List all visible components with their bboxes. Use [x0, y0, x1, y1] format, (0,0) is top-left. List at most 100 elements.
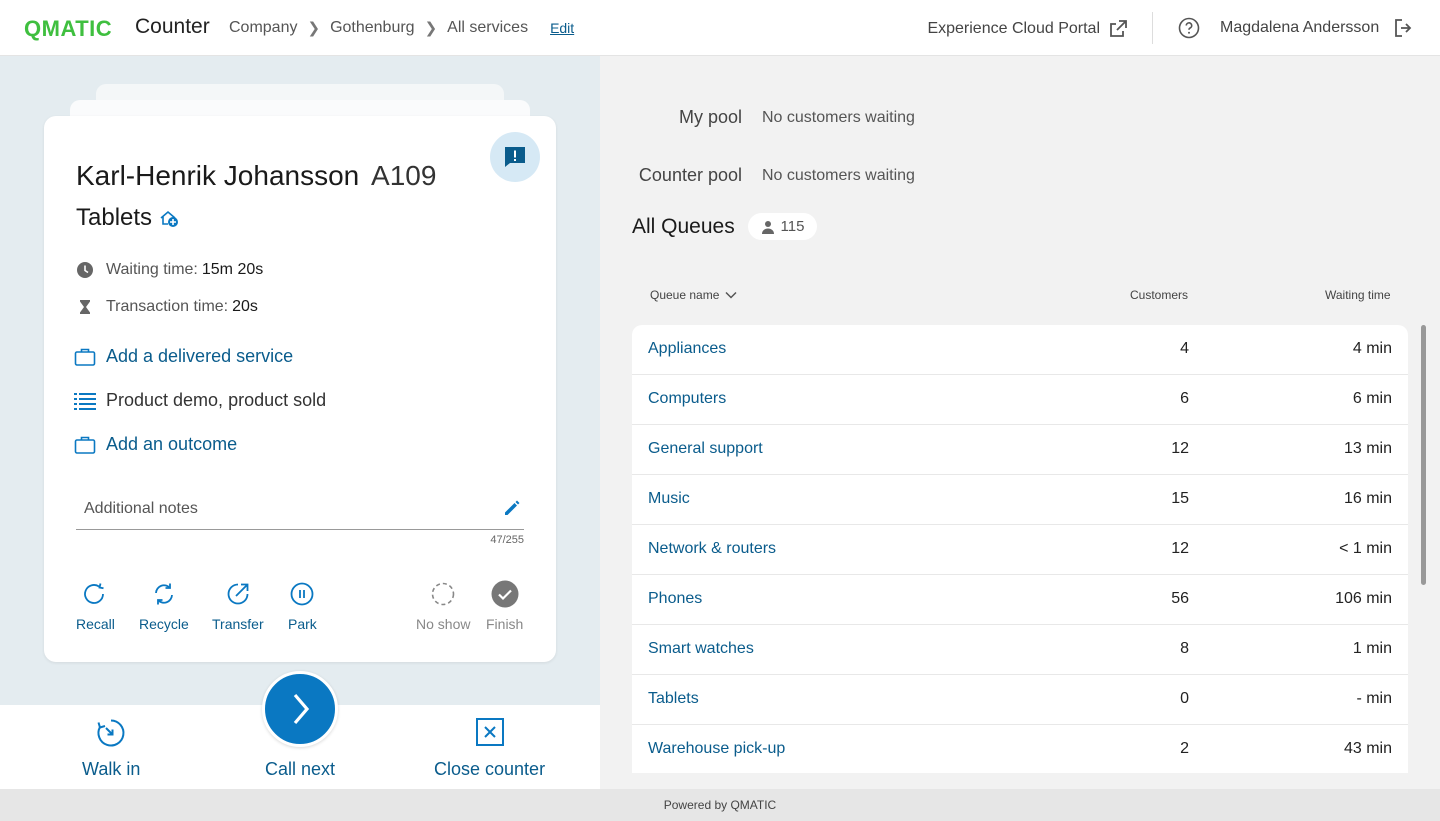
recall-button[interactable]: Recall	[76, 578, 115, 632]
queue-customers: 15	[1171, 490, 1189, 507]
notes-char-counter: 47/255	[490, 534, 524, 546]
transfer-button[interactable]: Transfer	[212, 578, 264, 632]
add-outcome-button[interactable]: Add an outcome	[74, 434, 237, 455]
external-link-icon	[1110, 20, 1127, 37]
breadcrumb-company[interactable]: Company	[229, 19, 297, 37]
pause-circle-icon	[290, 582, 314, 606]
delivered-services-item[interactable]: Product demo, product sold	[74, 390, 326, 411]
queue-customers: 12	[1171, 440, 1189, 457]
my-pool-value: No customers waiting	[762, 109, 915, 126]
recycle-button[interactable]: Recycle	[139, 578, 189, 632]
all-queues-title: All Queues	[632, 215, 735, 238]
counter-pool-label: Counter pool	[638, 165, 742, 185]
queue-customers: 6	[1180, 390, 1189, 407]
park-label: Park	[288, 616, 317, 632]
header-divider	[1152, 12, 1153, 44]
call-next-button[interactable]	[262, 671, 338, 747]
col-waiting-time[interactable]: Waiting time	[1325, 288, 1391, 302]
table-row[interactable]: Warehouse pick-up 2 43 min	[632, 725, 1408, 773]
table-row[interactable]: Appliances 4 4 min	[632, 325, 1408, 375]
add-outcome-label: Add an outcome	[106, 434, 238, 454]
chevron-right-icon: ❯	[307, 20, 321, 37]
queue-name[interactable]: Smart watches	[648, 640, 754, 658]
transaction-time-label: Transaction time:	[106, 298, 229, 315]
queue-name[interactable]: Warehouse pick-up	[648, 740, 785, 758]
check-circle-icon	[491, 580, 519, 608]
logout-icon[interactable]	[1394, 18, 1414, 43]
alert-message-icon	[505, 147, 525, 167]
queue-name[interactable]: Tablets	[648, 690, 699, 708]
table-row[interactable]: Tablets 0 - min	[632, 675, 1408, 725]
additional-notes-input[interactable]: Additional notes	[76, 492, 524, 530]
customer-card: Karl-Henrik Johansson A109 Tablets Waiti…	[44, 116, 556, 662]
pencil-icon[interactable]	[502, 498, 522, 518]
queues-table: Appliances 4 4 min Computers 6 6 min General…	[632, 325, 1408, 773]
close-counter-button[interactable]: Close counter	[434, 717, 545, 780]
no-show-label: No show	[416, 616, 471, 632]
customer-notes-button[interactable]	[490, 132, 540, 182]
queue-waiting: - min	[1356, 690, 1392, 707]
table-row[interactable]: Phones 56 106 min	[632, 575, 1408, 625]
edit-link[interactable]: Edit	[550, 20, 574, 36]
experience-cloud-portal-link[interactable]: Experience Cloud Portal	[927, 19, 1128, 39]
no-show-button[interactable]: No show	[416, 578, 470, 632]
walk-in-button[interactable]: Walk in	[82, 717, 140, 780]
queue-name[interactable]: Network & routers	[648, 540, 776, 558]
briefcase-icon	[74, 436, 96, 454]
queue-customers: 56	[1171, 590, 1189, 607]
portal-label: Experience Cloud Portal	[927, 20, 1100, 37]
table-row[interactable]: Smart watches 8 1 min	[632, 625, 1408, 675]
park-button[interactable]: Park	[288, 578, 317, 632]
queues-scrollbar[interactable]	[1419, 325, 1427, 773]
add-service-icon[interactable]	[158, 207, 180, 229]
scrollbar-thumb[interactable]	[1421, 325, 1426, 585]
queue-customers: 8	[1180, 640, 1189, 657]
table-row[interactable]: Network & routers 12 < 1 min	[632, 525, 1408, 575]
powered-by-text: Powered by QMATIC	[663, 798, 777, 812]
queue-name[interactable]: General support	[648, 440, 763, 458]
user-name[interactable]: Magdalena Andersson	[1220, 19, 1379, 37]
queue-waiting: 106 min	[1335, 590, 1392, 607]
table-row[interactable]: Computers 6 6 min	[632, 375, 1408, 425]
no-show-icon	[431, 582, 455, 606]
table-row[interactable]: General support 12 13 min	[632, 425, 1408, 475]
queue-name[interactable]: Appliances	[648, 340, 726, 358]
queue-waiting: 13 min	[1343, 440, 1392, 457]
queue-customers: 0	[1180, 690, 1189, 707]
total-customers-badge: 115	[748, 213, 817, 240]
queue-customers: 4	[1180, 340, 1189, 357]
finish-label: Finish	[486, 616, 524, 632]
breadcrumb-services[interactable]: All services	[447, 19, 528, 37]
col-queue-name: Queue name	[650, 288, 720, 302]
delivered-services-text: Product demo, product sold	[106, 390, 327, 410]
chevron-right-icon: ❯	[424, 20, 438, 37]
add-delivered-service-button[interactable]: Add a delivered service	[74, 346, 293, 367]
footer: Powered by QMATIC	[0, 789, 1440, 821]
recycle-label: Recycle	[139, 616, 189, 632]
help-icon[interactable]	[1178, 17, 1200, 44]
queue-name[interactable]: Music	[648, 490, 690, 508]
customer-name: Karl-Henrik Johansson	[76, 160, 360, 191]
queue-name[interactable]: Phones	[648, 590, 702, 608]
total-customers-count: 115	[780, 218, 805, 235]
queue-name[interactable]: Computers	[648, 390, 726, 408]
qmatic-logo[interactable]: QMATIC	[24, 16, 112, 42]
queue-waiting: 4 min	[1352, 340, 1392, 357]
counter-pool-value: No customers waiting	[762, 167, 915, 184]
sort-by-queue-name[interactable]: Queue name	[650, 288, 737, 302]
breadcrumb-branch[interactable]: Gothenburg	[330, 19, 415, 37]
walk-in-label: Walk in	[82, 759, 141, 779]
clock-icon	[77, 262, 93, 278]
service-name: Tablets	[76, 204, 153, 231]
queue-waiting: 1 min	[1352, 640, 1392, 657]
finish-button[interactable]: Finish	[486, 578, 523, 632]
transaction-time-value: 20s	[232, 298, 258, 315]
hourglass-icon	[80, 300, 90, 314]
recycle-icon	[154, 583, 173, 605]
table-row[interactable]: Music 15 16 min	[632, 475, 1408, 525]
col-customers[interactable]: Customers	[1130, 288, 1188, 302]
transfer-icon	[227, 583, 249, 605]
walk-in-icon	[97, 719, 125, 747]
app-title: Counter	[135, 15, 210, 38]
briefcase-icon	[74, 348, 96, 366]
